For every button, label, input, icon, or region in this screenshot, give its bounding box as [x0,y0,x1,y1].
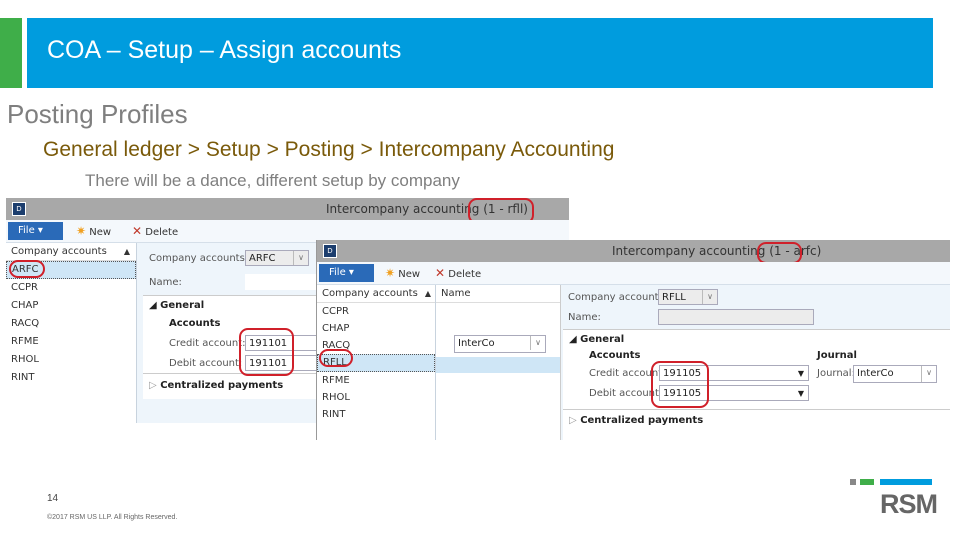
new-button[interactable]: ✷ New [76,224,111,238]
delete-button[interactable]: ✕ Delete [435,266,481,280]
company-accounts-select[interactable]: RFLL ∨ [658,289,718,305]
list-item[interactable]: RINT [6,369,136,387]
list-header-label: Company accounts [11,246,107,257]
delete-button[interactable]: ✕ Delete [132,224,178,238]
accounts-label: Accounts [169,318,221,329]
list-item[interactable]: RFME [6,333,136,351]
general-label: General [580,334,625,345]
title-bar: D Intercompany accounting (1 - arfc) [317,240,950,262]
name-label: Name: [568,312,601,323]
app-icon: D [12,202,26,216]
general-label: General [160,300,205,311]
journal-select[interactable]: InterCo ∨ [853,365,937,383]
ribbon: File ▾ ✷ New ✕ Delete [317,262,950,285]
general-section-header[interactable]: ◢ General [569,334,624,345]
expand-icon: ▷ [569,415,577,426]
list-item[interactable]: CHAP [317,320,435,337]
journal-value: InterCo [857,368,894,379]
file-menu-button[interactable]: File ▾ [319,264,374,282]
credit-account-label: Credit account: [169,338,246,349]
list-item[interactable]: CCPR [6,279,136,297]
sort-up-icon: ▲ [424,289,431,298]
delete-label: Delete [448,269,482,280]
company-accounts-value: RFLL [662,292,686,303]
chevron-down-icon: ∨ [293,251,308,265]
list-item[interactable]: RINT [317,406,435,423]
highlight-ring [319,349,353,367]
highlight-ring [651,361,709,408]
new-label: New [398,269,421,280]
delete-icon: ✕ [435,266,446,280]
journal-overlay-field[interactable]: InterCo ∨ [454,335,546,353]
company-accounts-label: Company accounts: [568,292,668,303]
list-item[interactable]: CCPR [317,303,435,320]
list-header[interactable]: Company accounts ▲ [317,285,435,303]
highlight-ring [239,328,294,376]
list-item[interactable]: RHOL [6,351,136,369]
list-item[interactable]: CHAP [6,297,136,315]
list-item[interactable]: RHOL [317,389,435,406]
journal-label: Journal: [817,368,855,379]
new-button[interactable]: ✷ New [385,266,420,280]
logo-green-bar [860,479,874,485]
chevron-down-icon: ∨ [530,336,545,350]
highlight-ring [9,260,45,278]
slide-title: COA – Setup – Assign accounts [47,36,402,64]
centralized-payments-header[interactable]: ▷ Centralized payments [569,415,703,426]
copyright: ©2017 RSM US LLP. All Rights Reserved. [47,514,178,521]
journal-overlay-value: InterCo [458,338,495,349]
list-header[interactable]: Company accounts ▲ [6,243,136,261]
company-accounts-select[interactable]: ARFC ∨ [245,250,309,266]
list-item[interactable]: RFME [317,372,435,389]
expand-icon: ▷ [149,380,157,391]
logo-text: RSM [880,489,938,519]
navigation-path: General ledger > Setup > Posting > Inter… [43,138,615,161]
name-label: Name: [149,277,182,288]
sort-up-icon: ▲ [123,247,130,256]
logo-grey-square [850,479,856,485]
name-column-header[interactable]: Name [436,285,560,303]
journal-header: Journal [817,350,857,361]
new-icon: ✷ [385,266,396,280]
accent-green-bar [0,18,22,88]
chevron-down-icon: ∨ [921,366,936,382]
detail-pane: Company accounts: RFLL ∨ Name: ◢ General … [561,285,950,440]
centralized-payments-section: ▷ Centralized payments [563,409,950,440]
note-text: There will be a dance, different setup b… [85,171,460,190]
file-menu-button[interactable]: File ▾ [8,222,63,240]
name-field[interactable] [658,309,814,325]
list-header-label: Company accounts [322,288,418,299]
app-icon: D [323,244,337,258]
chevron-down-icon: ∨ [702,290,717,304]
company-accounts-value: ARFC [249,253,276,264]
dropdown-arrow-icon: ▼ [797,389,804,398]
debit-account-label: Debit account: [169,358,243,369]
accounts-label: Accounts [589,350,641,361]
list-item[interactable]: RACQ [6,315,136,333]
selected-row-name [436,357,560,373]
highlight-ring [757,242,802,264]
general-section: ◢ General Accounts Credit account: 19110… [563,329,950,409]
name-field[interactable] [245,274,325,290]
general-section-header[interactable]: ◢ General [149,300,204,311]
company-accounts-label: Company accounts: [149,253,249,264]
centralized-payments-label: Centralized payments [580,415,704,426]
section-heading: Posting Profiles [7,99,188,129]
centralized-payments-header[interactable]: ▷ Centralized payments [149,380,283,391]
dropdown-arrow-icon: ▼ [797,369,804,378]
logo-blue-bar [880,479,932,485]
name-column: Name InterCo ∨ [436,285,561,440]
centralized-payments-label: Centralized payments [160,380,284,391]
file-label: File [329,267,346,278]
delete-label: Delete [145,227,179,238]
page-number: 14 [47,493,59,504]
file-label: File [18,225,35,236]
new-label: New [89,227,112,238]
window-intercompany-arfc: D Intercompany accounting (1 - arfc) Fil… [317,240,950,440]
new-icon: ✷ [76,224,87,238]
delete-icon: ✕ [132,224,143,238]
